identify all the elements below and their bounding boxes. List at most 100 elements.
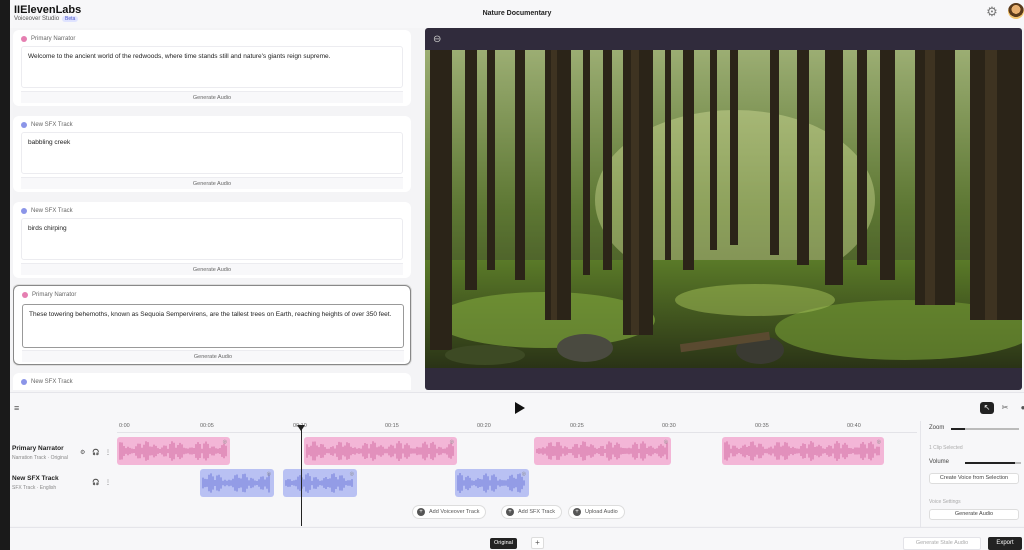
track-name: New SFX Track (12, 475, 59, 482)
waveform (306, 441, 454, 461)
voice-settings-label: Voice Settings (929, 499, 961, 505)
create-voice-button[interactable]: Create Voice from Selection (929, 473, 1019, 484)
tab-original[interactable]: Original (490, 538, 517, 549)
volume-slider[interactable] (965, 462, 1021, 464)
wave-path (457, 473, 525, 493)
zoom-out-icon[interactable]: ⊖ (433, 35, 443, 45)
generate-stale-audio-button[interactable]: Generate Stale Audio (903, 537, 981, 550)
clip-menu-icon[interactable]: ◎ (664, 439, 668, 445)
generate-audio-button[interactable]: Generate Audio (929, 509, 1019, 520)
plus-icon: + (506, 508, 514, 516)
narrator-lane[interactable]: ◎ ◎ ◎ ◎ (117, 437, 917, 467)
generate-audio-button[interactable]: Generate Audio (21, 91, 403, 103)
sfx-clip[interactable]: ◎ (283, 469, 357, 497)
clip-menu-icon[interactable]: ◎ (350, 471, 354, 477)
clip-menu-icon[interactable]: ◎ (450, 439, 454, 445)
plus-icon: + (417, 508, 425, 516)
script-text[interactable]: Welcome to the ancient world of the redw… (21, 46, 403, 88)
generate-audio-button[interactable]: Generate Audio (22, 350, 404, 362)
timeline-menu-icon[interactable]: ≡ (14, 403, 26, 413)
volume-label: Volume (929, 459, 950, 465)
tick-label: 00:30 (662, 423, 676, 429)
clip-selected-count: 1 Clip Selected (929, 445, 963, 451)
script-panel: Primary Narrator Welcome to the ancient … (13, 28, 413, 390)
clip-menu-icon[interactable]: ◎ (223, 439, 227, 445)
tick-label: 00:20 (477, 423, 491, 429)
add-voiceover-track-button[interactable]: + Add Voiceover Track (412, 505, 487, 519)
speaker-color-dot (22, 292, 28, 298)
settings-gear-icon[interactable]: ⚙ (985, 5, 999, 19)
plus-icon: + (573, 508, 581, 516)
video-preview[interactable]: ⊖ (425, 28, 1022, 390)
cut-tool-icon[interactable]: ✂ (998, 402, 1012, 414)
audio-clip[interactable]: ◎ (117, 437, 230, 465)
speaker-name[interactable]: New SFX Track (31, 208, 73, 214)
speaker-name[interactable]: Primary Narrator (31, 36, 75, 42)
bottom-bar: Original + Generate Stale Audio Export (10, 527, 1024, 550)
forest-scene (425, 50, 1022, 368)
button-label: Upload Audio (585, 509, 618, 515)
track-more-icon[interactable]: ⋮ (105, 479, 111, 486)
forest-video-frame[interactable] (425, 50, 1022, 368)
add-sfx-track-button[interactable]: + Add SFX Track (501, 505, 562, 519)
track-header-sfx[interactable]: New SFX Track SFX Track · English 🎧 ⋮ (10, 469, 111, 499)
zoom-slider[interactable] (951, 428, 1019, 430)
script-text[interactable]: These towering behemoths, known as Sequo… (22, 304, 404, 348)
waveform (202, 473, 270, 493)
track-header-narrator[interactable]: Primary Narrator Narration Track · Origi… (10, 437, 111, 467)
waveform (119, 441, 227, 461)
sfx-clip[interactable]: ◎ (455, 469, 529, 497)
headphones-icon[interactable]: 🎧 (92, 479, 99, 486)
generate-audio-button[interactable]: Generate Audio (21, 263, 403, 275)
tick-label: 00:35 (755, 423, 769, 429)
script-card[interactable]: New SFX Track (13, 373, 411, 390)
waveform (724, 441, 880, 461)
sfx-clip[interactable]: ◎ (200, 469, 274, 497)
timeline-tools: ↖ ✂ ● (980, 402, 1024, 414)
speaker-name[interactable]: New SFX Track (31, 379, 73, 385)
tick-label: 00:25 (570, 423, 584, 429)
wave-path (724, 441, 880, 461)
wave-path (119, 441, 227, 461)
tick-label: 00:40 (847, 423, 861, 429)
wave-path (202, 473, 270, 493)
script-card[interactable]: New SFX Track birds chirping Generate Au… (13, 202, 411, 278)
speaker-color-dot (21, 36, 27, 42)
generate-audio-button[interactable]: Generate Audio (21, 177, 403, 189)
script-card[interactable]: New SFX Track babbling creek Generate Au… (13, 116, 411, 192)
play-icon[interactable] (512, 401, 526, 415)
audio-clip[interactable]: ◎ (722, 437, 884, 465)
playhead[interactable] (301, 429, 302, 526)
more-tool-icon[interactable]: ● (1016, 402, 1024, 414)
export-button[interactable]: Export (988, 537, 1022, 550)
audio-clip[interactable]: ◎ (534, 437, 671, 465)
track-name: Primary Narrator (12, 445, 64, 452)
script-card[interactable]: Primary Narrator Welcome to the ancient … (13, 30, 411, 106)
clip-menu-icon[interactable]: ◎ (522, 471, 526, 477)
headphones-icon[interactable]: 🎧 (92, 449, 99, 456)
zoom-label: Zoom (929, 425, 945, 431)
speaker-name[interactable]: Primary Narrator (32, 292, 76, 298)
header: IIElevenLabs Voiceover Studio Beta Natur… (10, 0, 1024, 28)
project-title[interactable]: Nature Documentary (10, 10, 1024, 17)
speaker-color-dot (21, 208, 27, 214)
app-window: IIElevenLabs Voiceover Studio Beta Natur… (10, 0, 1024, 550)
speaker-color-dot (21, 122, 27, 128)
script-text[interactable]: babbling creek (21, 132, 403, 174)
sfx-lane[interactable]: ◎ ◎ ◎ (117, 469, 917, 499)
track-settings-icon[interactable]: ⚙ (80, 449, 85, 456)
wave-path (536, 441, 668, 461)
track-subtitle: SFX Track · English (12, 485, 57, 491)
audio-clip[interactable]: ◎ (304, 437, 457, 465)
track-more-icon[interactable]: ⋮ (105, 449, 111, 456)
clip-menu-icon[interactable]: ◎ (267, 471, 271, 477)
script-text[interactable]: birds chirping (21, 218, 403, 260)
script-card-selected[interactable]: Primary Narrator These towering behemoth… (13, 285, 411, 365)
user-avatar[interactable] (1008, 3, 1024, 19)
clip-menu-icon[interactable]: ◎ (877, 439, 881, 445)
select-tool-icon[interactable]: ↖ (980, 402, 994, 414)
timeline-ruler[interactable]: 0:00 00:05 00:10 00:15 00:20 00:25 00:30… (117, 421, 917, 433)
speaker-name[interactable]: New SFX Track (31, 122, 73, 128)
upload-audio-button[interactable]: + Upload Audio (568, 505, 625, 519)
add-tab-button[interactable]: + (531, 537, 544, 549)
